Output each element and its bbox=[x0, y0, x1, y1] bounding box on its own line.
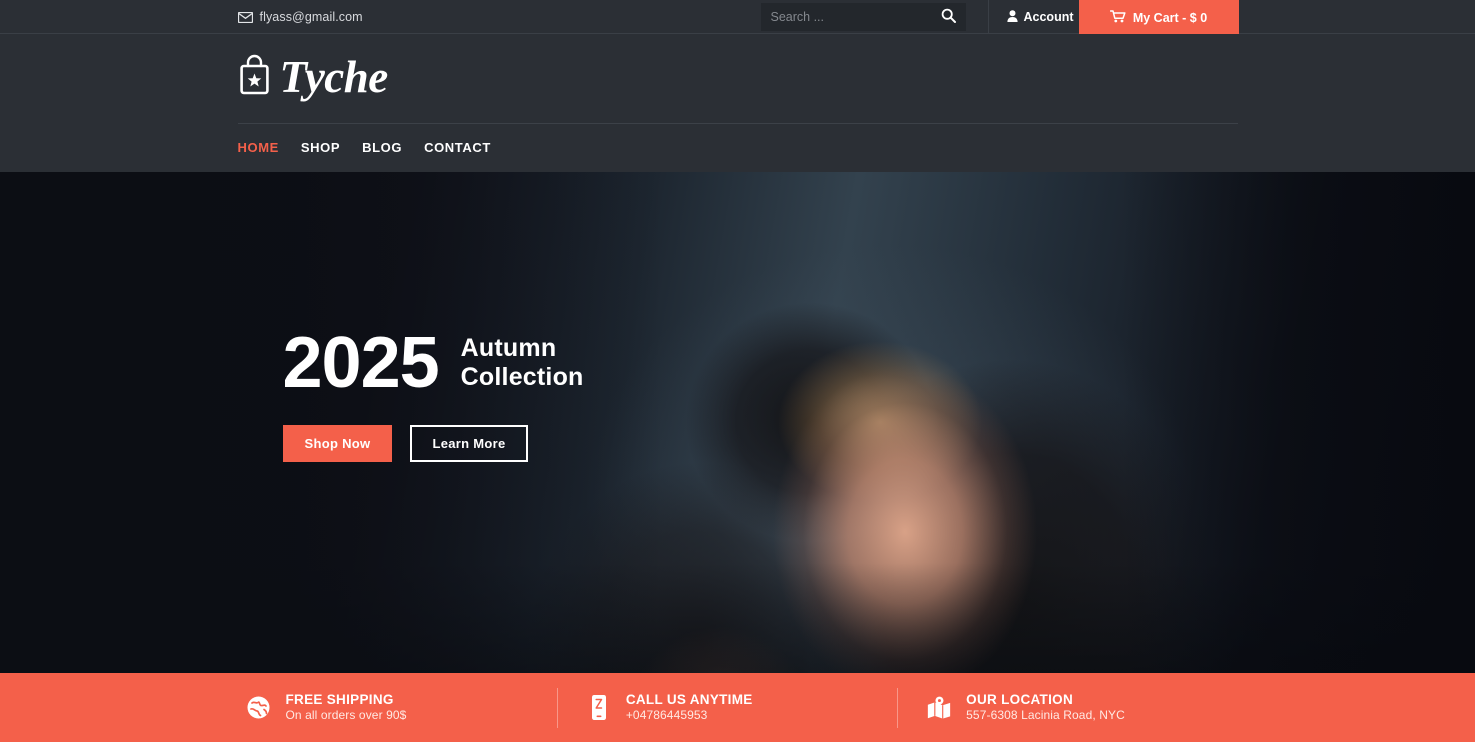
hero-content: 2025 Autumn Collection Shop Now Learn Mo… bbox=[238, 172, 1238, 673]
info-text-block: OUR LOCATION 557-6308 Lacinia Road, NYC bbox=[966, 691, 1125, 724]
mobile-phone-icon bbox=[586, 694, 612, 721]
info-subtitle: +04786445953 bbox=[625, 708, 708, 723]
cart-icon bbox=[1109, 9, 1126, 26]
header-divider bbox=[237, 123, 1238, 124]
nav-item-shop[interactable]: SHOP bbox=[301, 134, 362, 161]
search-input[interactable] bbox=[770, 10, 941, 24]
shop-now-button[interactable]: Shop Now bbox=[282, 425, 393, 462]
search-button[interactable] bbox=[941, 8, 956, 26]
globe-icon bbox=[246, 695, 272, 720]
hero-buttons: Shop Now Learn More bbox=[282, 425, 528, 462]
main-navigation: HOME SHOP BLOG CONTACT bbox=[238, 134, 513, 161]
email-text: flyass@gmail.com bbox=[259, 10, 363, 24]
user-icon bbox=[1006, 9, 1018, 25]
site-header: Tyche HOME SHOP BLOG CONTACT bbox=[0, 34, 1475, 172]
info-subtitle: On all orders over 90$ bbox=[285, 708, 407, 723]
cart-label: My Cart - $ 0 bbox=[1132, 10, 1208, 25]
info-item-call-us: CALL US ANYTIME +04786445953 bbox=[556, 687, 897, 728]
nav-item-home[interactable]: HOME bbox=[238, 134, 301, 161]
info-text-block: FREE SHIPPING On all orders over 90$ bbox=[286, 691, 407, 724]
info-text-block: CALL US ANYTIME +04786445953 bbox=[626, 691, 753, 724]
info-title: OUR LOCATION bbox=[966, 691, 1073, 707]
envelope-icon bbox=[237, 11, 253, 23]
header-inner: Tyche HOME SHOP BLOG CONTACT bbox=[237, 34, 1238, 172]
hero-headline: 2025 Autumn Collection bbox=[283, 327, 584, 399]
hero-year: 2025 bbox=[282, 323, 440, 403]
hero-subtitle-line1: Autumn bbox=[460, 334, 557, 363]
site-logo[interactable]: Tyche bbox=[238, 54, 388, 101]
info-item-our-location: OUR LOCATION 557-6308 Lacinia Road, NYC bbox=[897, 687, 1237, 728]
page-root: flyass@gmail.com Search ... Account My C… bbox=[0, 0, 1475, 747]
learn-more-button[interactable]: Learn More bbox=[410, 425, 528, 462]
nav-item-contact[interactable]: CONTACT bbox=[424, 134, 513, 161]
top-bar-inner: flyass@gmail.com Search ... Account My C… bbox=[237, 0, 1239, 35]
info-title: FREE SHIPPING bbox=[285, 691, 394, 707]
map-marker-icon bbox=[926, 695, 952, 721]
account-label: Account bbox=[1023, 10, 1074, 24]
hero-banner: 2025 Autumn Collection Shop Now Learn Mo… bbox=[0, 172, 1475, 673]
info-title: CALL US ANYTIME bbox=[625, 691, 753, 707]
info-item-free-shipping: FREE SHIPPING On all orders over 90$ bbox=[238, 688, 557, 728]
hero-subtitle: Autumn Collection bbox=[461, 334, 584, 392]
nav-item-blog[interactable]: BLOG bbox=[362, 134, 424, 161]
contact-email: flyass@gmail.com bbox=[237, 0, 363, 34]
info-bar: FREE SHIPPING On all orders over 90$ CAL… bbox=[0, 673, 1475, 742]
info-subtitle: 557-6308 Lacinia Road, NYC bbox=[966, 708, 1125, 723]
hero-subtitle-line2: Collection bbox=[460, 363, 584, 391]
top-bar: flyass@gmail.com Search ... Account My C… bbox=[0, 0, 1475, 35]
search-icon bbox=[941, 8, 956, 26]
logo-text: Tyche bbox=[279, 52, 389, 102]
cart-button[interactable]: My Cart - $ 0 bbox=[1078, 0, 1239, 35]
search-box[interactable] bbox=[760, 3, 966, 31]
info-bar-inner: FREE SHIPPING On all orders over 90$ CAL… bbox=[238, 673, 1238, 742]
account-button[interactable]: Account bbox=[987, 0, 1074, 34]
shopping-bag-star-icon bbox=[238, 54, 271, 101]
